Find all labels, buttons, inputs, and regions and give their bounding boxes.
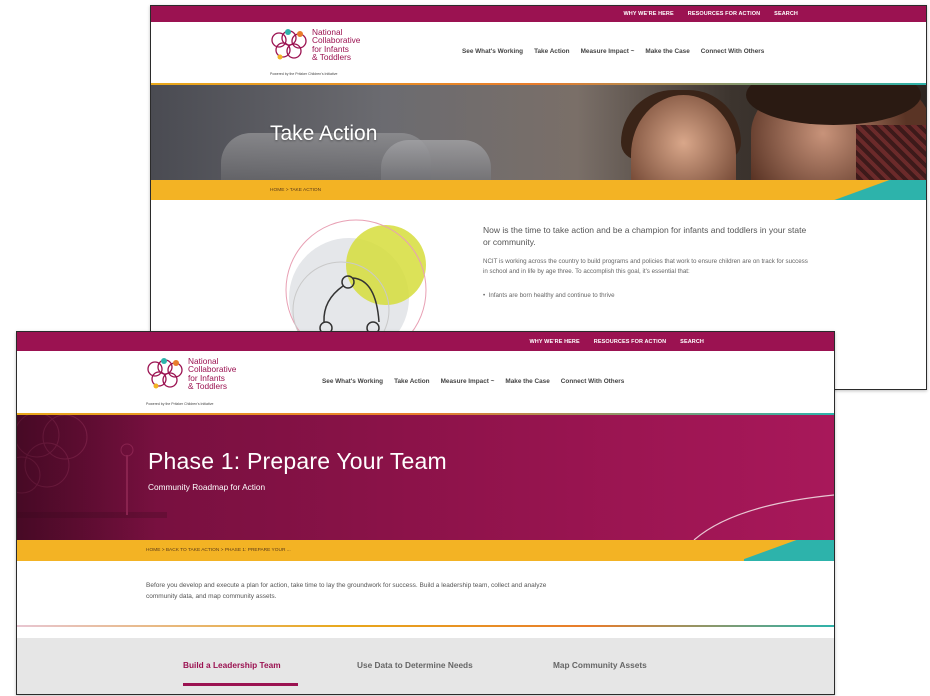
logo-tagline: Powered by the Pritzker Children's Initi… bbox=[270, 72, 338, 76]
active-tab-indicator bbox=[183, 683, 298, 686]
hero-photo: Take Action bbox=[151, 85, 926, 180]
nav-see-whats-working[interactable]: See What's Working bbox=[322, 378, 383, 385]
intro-lead: Now is the time to take action and be a … bbox=[483, 225, 807, 247]
breadcrumb-text[interactable]: HOME > BACK TO TAKE ACTION > PHASE 1: PR… bbox=[146, 548, 291, 553]
section-divider bbox=[17, 625, 834, 627]
intro-bullet: • Infants are born healthy and continue … bbox=[483, 292, 615, 299]
tab-map-community-assets[interactable]: Map Community Assets bbox=[553, 660, 647, 670]
why-were-here-link[interactable]: WHY WE'RE HERE bbox=[530, 339, 580, 345]
bullet-text: Infants are born healthy and continue to… bbox=[488, 292, 615, 299]
resources-for-action-link[interactable]: RESOURCES FOR ACTION bbox=[594, 339, 666, 345]
main-nav: See What's Working Take Action Measure I… bbox=[462, 48, 764, 55]
page-title: Take Action bbox=[270, 122, 378, 145]
search-link[interactable]: SEARCH bbox=[680, 339, 704, 345]
nav-measure-impact[interactable]: Measure Impact ~ bbox=[581, 48, 635, 55]
breadcrumb-text[interactable]: HOME > TAKE ACTION bbox=[270, 188, 321, 193]
hero-swoosh-icon bbox=[693, 494, 834, 540]
screenshot-phase-1: WHY WE'RE HERE RESOURCES FOR ACTION SEAR… bbox=[16, 331, 835, 695]
logo-mark-icon bbox=[271, 29, 307, 60]
utility-bar: WHY WE'RE HERE RESOURCES FOR ACTION SEAR… bbox=[151, 6, 926, 22]
utility-bar: WHY WE'RE HERE RESOURCES FOR ACTION SEAR… bbox=[17, 332, 834, 351]
tab-use-data[interactable]: Use Data to Determine Needs bbox=[357, 660, 473, 670]
intro-section: Before you develop and execute a plan fo… bbox=[17, 561, 834, 633]
phase-tabs: Build a Leadership Team Use Data to Dete… bbox=[17, 638, 834, 694]
page-title: Phase 1: Prepare Your Team bbox=[148, 448, 447, 474]
why-were-here-link[interactable]: WHY WE'RE HERE bbox=[624, 11, 674, 17]
logo-mark-icon bbox=[147, 358, 183, 389]
tab-build-leadership-team[interactable]: Build a Leadership Team bbox=[183, 660, 281, 670]
page-subtitle: Community Roadmap for Action bbox=[148, 482, 266, 492]
breadcrumb: HOME > TAKE ACTION bbox=[151, 180, 926, 200]
site-logo[interactable]: National Collaborative for Infants & Tod… bbox=[145, 357, 236, 393]
nav-make-the-case[interactable]: Make the Case bbox=[505, 378, 549, 385]
nav-take-action[interactable]: Take Action bbox=[534, 48, 570, 55]
nav-take-action[interactable]: Take Action bbox=[394, 378, 430, 385]
site-header: National Collaborative for Infants & Tod… bbox=[17, 351, 834, 413]
nav-connect-with-others[interactable]: Connect With Others bbox=[701, 48, 765, 55]
hero-banner: Phase 1: Prepare Your Team Community Roa… bbox=[17, 415, 834, 540]
intro-text: Before you develop and execute a plan fo… bbox=[146, 582, 547, 600]
site-header: National Collaborative for Infants & Tod… bbox=[151, 22, 926, 83]
logo-line-4: & Toddlers bbox=[188, 380, 228, 391]
nav-see-whats-working[interactable]: See What's Working bbox=[462, 48, 523, 55]
search-link[interactable]: SEARCH bbox=[774, 11, 798, 17]
intro-body: NCIT is working across the country to bu… bbox=[483, 258, 808, 275]
nav-make-the-case[interactable]: Make the Case bbox=[645, 48, 689, 55]
main-nav: See What's Working Take Action Measure I… bbox=[322, 378, 624, 385]
logo-line-4: & Toddlers bbox=[312, 51, 352, 62]
nav-measure-impact[interactable]: Measure Impact ~ bbox=[441, 378, 495, 385]
breadcrumb: HOME > BACK TO TAKE ACTION > PHASE 1: PR… bbox=[17, 540, 834, 561]
logo-tagline: Powered by the Pritzker Children's Initi… bbox=[146, 402, 214, 406]
nav-connect-with-others[interactable]: Connect With Others bbox=[561, 378, 625, 385]
site-logo[interactable]: National Collaborative for Infants & Tod… bbox=[269, 28, 360, 64]
resources-for-action-link[interactable]: RESOURCES FOR ACTION bbox=[688, 11, 760, 17]
